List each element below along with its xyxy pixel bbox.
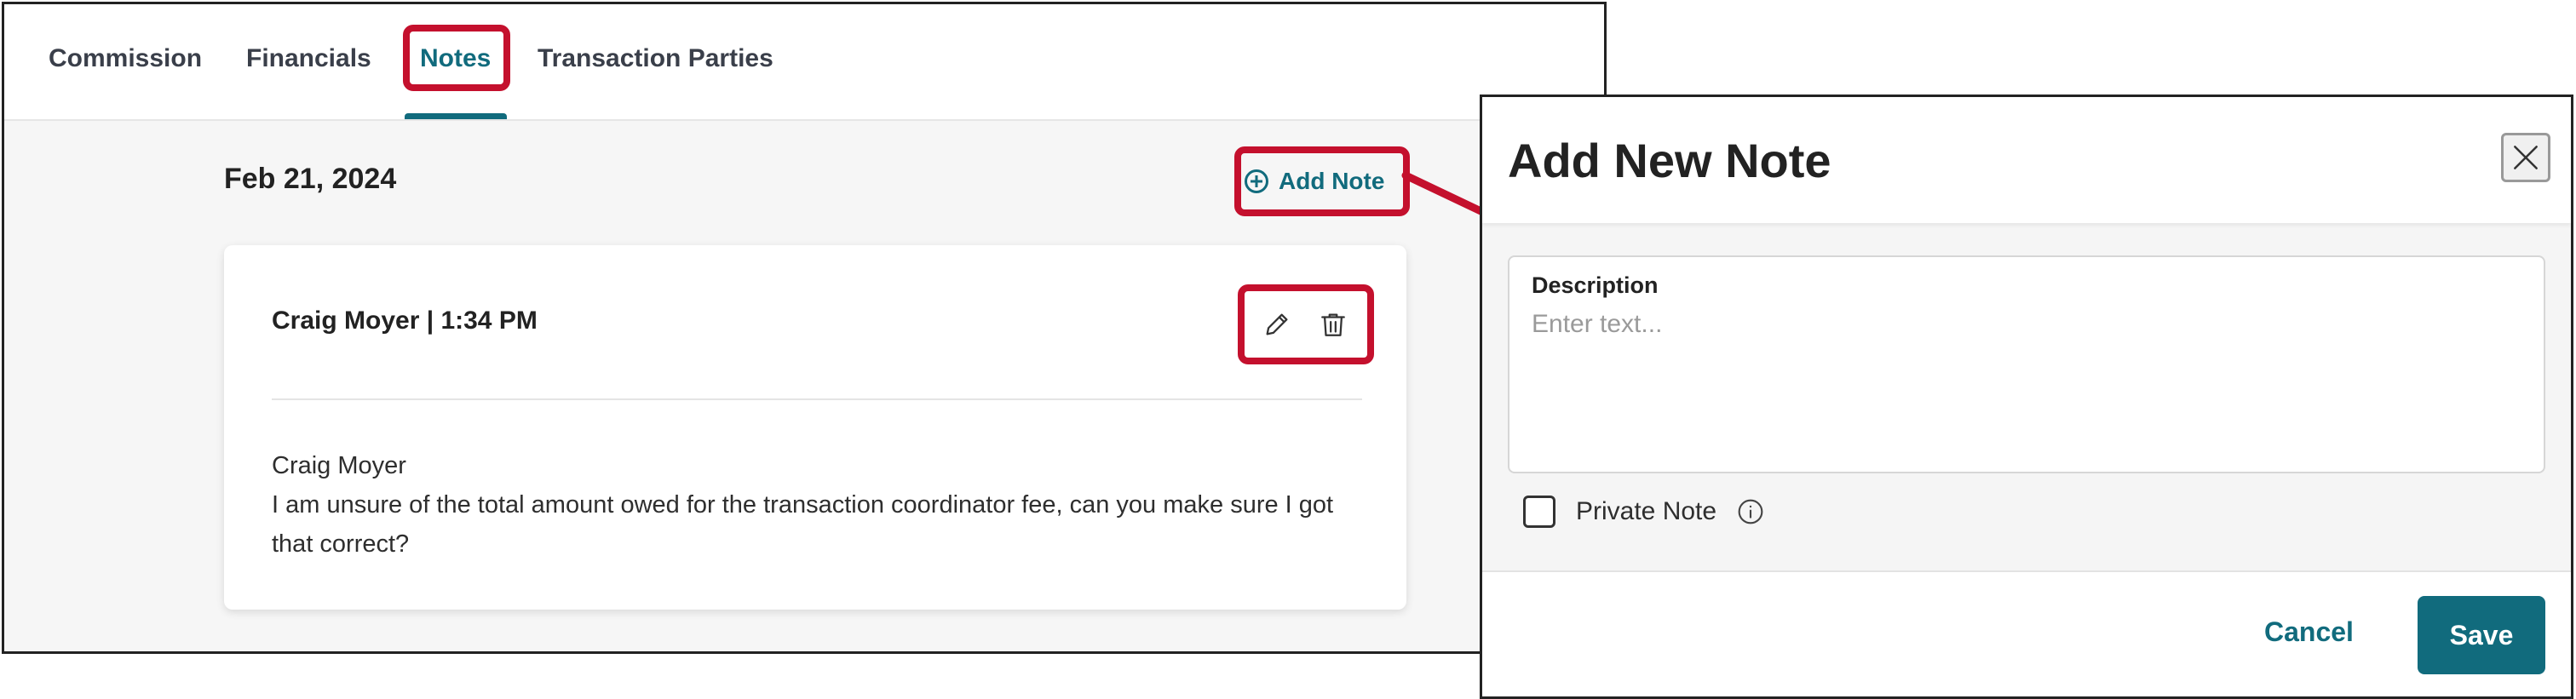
note-author-time: Craig Moyer | 1:34 PM xyxy=(272,307,538,335)
info-icon[interactable] xyxy=(1737,498,1764,525)
tab-bar: Commission Financials Notes Transaction … xyxy=(4,4,1604,121)
note-card: Craig Moyer | 1:34 PM Craig Moyer I am u… xyxy=(224,245,1406,610)
notes-page-screenshot: Commission Financials Notes Transaction … xyxy=(2,2,1607,654)
private-note-checkbox[interactable] xyxy=(1523,496,1555,528)
save-button[interactable]: Save xyxy=(2418,596,2545,674)
highlight-box-note-actions xyxy=(1238,284,1374,364)
active-tab-indicator xyxy=(405,113,507,119)
private-note-label: Private Note xyxy=(1576,497,1717,525)
note-body-text: I am unsure of the total amount owed for… xyxy=(272,491,1334,558)
modal-header: Add New Note xyxy=(1482,97,2571,223)
modal-footer: Cancel Save xyxy=(1482,570,2571,696)
tab-transaction-parties[interactable]: Transaction Parties xyxy=(538,42,773,76)
note-divider xyxy=(272,398,1362,400)
modal-title: Add New Note xyxy=(1508,134,1831,187)
private-note-row: Private Note xyxy=(1523,496,1764,528)
tab-financials[interactable]: Financials xyxy=(246,42,371,76)
note-body: Craig Moyer I am unsure of the total amo… xyxy=(272,446,1362,564)
note-body-author: Craig Moyer xyxy=(272,452,406,479)
add-note-modal: Add New Note Description Private Note Ca… xyxy=(1480,95,2573,699)
close-button[interactable] xyxy=(2501,133,2550,182)
tab-commission[interactable]: Commission xyxy=(49,42,202,76)
close-icon xyxy=(2514,146,2538,169)
description-label: Description xyxy=(1532,272,1659,298)
description-field: Description xyxy=(1508,255,2545,473)
description-input[interactable] xyxy=(1532,310,2520,455)
highlight-box-add-note xyxy=(1234,146,1410,216)
cancel-button[interactable]: Cancel xyxy=(2264,616,2354,648)
note-date-header: Feb 21, 2024 xyxy=(224,163,397,195)
highlight-box-notes-tab xyxy=(403,25,510,91)
